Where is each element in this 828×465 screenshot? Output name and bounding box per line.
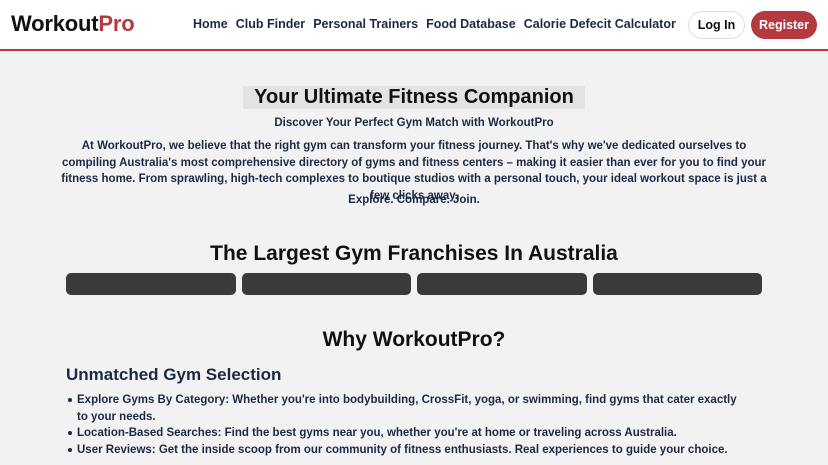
register-button[interactable]: Register — [751, 11, 817, 39]
hero-subtitle: Discover Your Perfect Gym Match with Wor… — [274, 117, 554, 129]
nav-personal-trainers[interactable]: Personal Trainers — [313, 17, 418, 31]
nav-calorie-calculator[interactable]: Calorie Defecit Calculator — [524, 17, 676, 31]
logo-part-pro: Pro — [98, 11, 135, 36]
nav-home[interactable]: Home — [193, 17, 228, 31]
hero-title: Your Ultimate Fitness Companion — [243, 86, 585, 109]
nav-club-finder[interactable]: Club Finder — [236, 17, 305, 31]
feature-list: Explore Gyms By Category: Whether you're… — [68, 392, 737, 459]
franchise-card[interactable] — [417, 273, 587, 295]
franchise-cards — [66, 273, 762, 295]
why-title: Why WorkoutPro? — [322, 328, 506, 351]
logo-part-workout: Workout — [11, 11, 99, 36]
site-header: WorkoutPro Home Club Finder Personal Tra… — [0, 0, 828, 51]
list-item: User Reviews: Get the inside scoop from … — [68, 442, 737, 459]
list-item: Explore Gyms By Category: Whether you're… — [68, 392, 737, 425]
login-button[interactable]: Log In — [688, 11, 745, 39]
section-heading-gym-selection: Unmatched Gym Selection — [66, 365, 282, 384]
nav-food-database[interactable]: Food Database — [426, 17, 516, 31]
franchises-title: The Largest Gym Franchises In Australia — [210, 242, 618, 265]
hero-tagline: Explore. Compare. Join. — [348, 194, 480, 206]
workoutpro-logo[interactable]: WorkoutPro — [11, 11, 135, 37]
franchise-card[interactable] — [66, 273, 236, 295]
list-item: Location-Based Searches: Find the best g… — [68, 425, 737, 442]
main-nav: Home Club Finder Personal Trainers Food … — [193, 17, 676, 31]
franchise-card[interactable] — [241, 273, 411, 295]
franchise-card[interactable] — [592, 273, 762, 295]
